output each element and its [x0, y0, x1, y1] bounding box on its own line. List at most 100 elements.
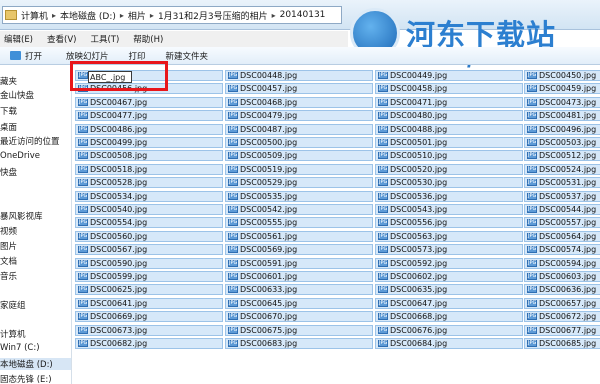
file-item[interactable]: JPG DSC00520.jpg [375, 163, 523, 175]
file-item[interactable]: JPG DSC00486.jpg [75, 123, 223, 135]
sidebar-item-drive-c[interactable]: Win7 (C:) [0, 343, 71, 353]
file-item[interactable]: JPG DSC00563.jpg [375, 230, 523, 242]
file-item[interactable]: JPG DSC00496.jpg [524, 123, 600, 135]
menu-tools[interactable]: 工具(T) [90, 33, 119, 45]
file-item[interactable]: JPG DSC00503.jpg [524, 137, 600, 148]
file-item[interactable]: JPG DSC00636.jpg [524, 284, 600, 296]
file-item[interactable]: JPG DSC00670.jpg [225, 311, 373, 323]
file-item[interactable]: JPG DSC00569.jpg [225, 244, 373, 256]
file-item[interactable]: JPG DSC00518.jpg [75, 163, 223, 175]
file-item[interactable]: JPG DSC00450.jpg [524, 70, 600, 81]
file-item[interactable]: JPG DSC00672.jpg [524, 311, 600, 323]
file-item[interactable]: JPG DSC00684.jpg [375, 338, 523, 349]
file-item[interactable]: JPG DSC00540.jpg [75, 204, 223, 215]
file-item[interactable]: JPG DSC00635.jpg [375, 284, 523, 296]
breadcrumb-drive-d[interactable]: 本地磁盘 (D:) [60, 9, 116, 22]
file-item[interactable]: JPG DSC00574.jpg [524, 244, 600, 256]
sidebar-item-onedrive[interactable]: OneDrive [0, 151, 71, 161]
file-item[interactable]: JPG DSC00554.jpg [75, 217, 223, 229]
file-item[interactable]: JPG DSC00459.jpg [524, 83, 600, 95]
file-item[interactable]: JPG DSC00467.jpg [75, 96, 223, 108]
file-item[interactable]: JPG DSC00531.jpg [524, 177, 600, 189]
sidebar-item-computer[interactable]: 计算机 [0, 328, 71, 340]
file-item[interactable]: JPG DSC00473.jpg [524, 96, 600, 108]
file-item[interactable]: JPG DSC00501.jpg [375, 137, 523, 148]
file-item[interactable]: JPG DSC00529.jpg [225, 177, 373, 189]
breadcrumb-compressed-photos[interactable]: 1月31和2月3号压缩的相片 [158, 9, 268, 22]
sidebar-item-pictures[interactable]: 图片 [0, 240, 71, 252]
sidebar-item-videos[interactable]: 视频 [0, 225, 71, 237]
sidebar-item-favorites[interactable]: 藏夹 [0, 75, 71, 87]
file-item[interactable]: JPG DSC00542.jpg [225, 204, 373, 215]
file-item[interactable]: JPG DSC00536.jpg [375, 190, 523, 202]
file-item[interactable]: JPG DSC00512.jpg [524, 150, 600, 162]
file-item[interactable]: JPG DSC00564.jpg [524, 230, 600, 242]
file-item[interactable]: JPG DSC00457.jpg [225, 83, 373, 95]
file-item[interactable]: JPG DSC00528.jpg [75, 177, 223, 189]
sidebar-item-recent[interactable]: 最近访问的位置 [0, 135, 71, 147]
file-item[interactable]: JPG DSC00487.jpg [225, 123, 373, 135]
new-folder-button[interactable]: 新建文件夹 [166, 50, 209, 62]
sidebar-item-baofeng[interactable]: 暴风影视库 [0, 210, 71, 222]
file-item[interactable]: JPG DSC00509.jpg [225, 150, 373, 162]
file-item[interactable]: JPG DSC00510.jpg [375, 150, 523, 162]
file-item[interactable]: JPG DSC00555.jpg [225, 217, 373, 229]
file-item[interactable]: JPG DSC00602.jpg [375, 271, 523, 282]
file-item[interactable]: JPG DSC00499.jpg [75, 137, 223, 148]
file-item[interactable]: JPG DSC00591.jpg [225, 257, 373, 269]
file-item[interactable]: JPG DSC00590.jpg [75, 257, 223, 269]
breadcrumb-current-folder[interactable]: 20140131 [280, 10, 326, 20]
file-item[interactable]: JPG DSC00647.jpg [375, 297, 523, 309]
file-item[interactable]: JPG DSC00599.jpg [75, 271, 223, 282]
sidebar-item-documents[interactable]: 文档 [0, 255, 71, 267]
chevron-right-icon[interactable]: ▸ [52, 11, 56, 20]
slideshow-button[interactable]: 放映幻灯片 [66, 50, 109, 62]
sidebar-item-kuaipan-2[interactable]: 快盘 [0, 166, 71, 178]
sidebar-item-music[interactable]: 音乐 [0, 270, 71, 282]
sidebar-item-drive-e[interactable]: 固态先锋 (E:) [0, 373, 71, 384]
menu-edit[interactable]: 编辑(E) [4, 33, 33, 45]
file-item[interactable]: JPG DSC00537.jpg [524, 190, 600, 202]
file-item[interactable]: JPG DSC00535.jpg [225, 190, 373, 202]
file-item[interactable]: JPG DSC00561.jpg [225, 230, 373, 242]
file-item[interactable]: JPG DSC00556.jpg [375, 217, 523, 229]
file-item[interactable]: JPG DSC00676.jpg [375, 324, 523, 336]
file-item[interactable]: JPG DSC00449.jpg [375, 70, 523, 81]
file-item[interactable]: JPG DSC00567.jpg [75, 244, 223, 256]
file-item[interactable]: JPG DSC00625.jpg [75, 284, 223, 296]
file-item[interactable]: JPG DSC00573.jpg [375, 244, 523, 256]
file-item[interactable]: JPG DSC00519.jpg [225, 163, 373, 175]
file-item[interactable]: JPG DSC00641.jpg [75, 297, 223, 309]
file-item[interactable]: JPG DSC00682.jpg [75, 338, 223, 349]
chevron-right-icon[interactable]: ▸ [120, 11, 124, 20]
file-item[interactable]: JPG DSC00479.jpg [225, 110, 373, 122]
file-item[interactable]: JPG DSC00543.jpg [375, 204, 523, 215]
file-item[interactable]: JPG DSC00668.jpg [375, 311, 523, 323]
sidebar-item-kuaipan[interactable]: 金山快盘 [0, 89, 71, 101]
address-field[interactable]: 计算机 ▸ 本地磁盘 (D:) ▸ 相片 ▸ 1月31和2月3号压缩的相片 ▸ … [2, 6, 342, 24]
chevron-right-icon[interactable]: ▸ [272, 11, 276, 20]
print-button[interactable]: 打印 [129, 50, 146, 62]
file-item[interactable]: JPG DSC00677.jpg [524, 324, 600, 336]
file-item[interactable]: JPG DSC00560.jpg [75, 230, 223, 242]
sidebar-item-homegroup[interactable]: 家庭组 [0, 299, 71, 311]
file-item[interactable]: JPG DSC00592.jpg [375, 257, 523, 269]
file-item[interactable]: JPG DSC00471.jpg [375, 96, 523, 108]
file-item[interactable]: JPG DSC00633.jpg [225, 284, 373, 296]
file-item[interactable]: JPG DSC00657.jpg [524, 297, 600, 309]
sidebar-item-downloads[interactable]: 下载 [0, 105, 71, 117]
file-item[interactable]: JPG DSC00508.jpg [75, 150, 223, 162]
file-item[interactable]: JPG DSC00673.jpg [75, 324, 223, 336]
open-button[interactable]: 打开 [0, 50, 42, 62]
file-item[interactable]: JPG DSC00481.jpg [524, 110, 600, 122]
chevron-right-icon[interactable]: ▸ [150, 11, 154, 20]
file-item[interactable]: JPG DSC00544.jpg [524, 204, 600, 215]
menu-view[interactable]: 查看(V) [47, 33, 76, 45]
sidebar-item-desktop[interactable]: 桌面 [0, 121, 71, 133]
breadcrumb-photos[interactable]: 相片 [128, 9, 146, 22]
file-item[interactable]: JPG DSC00645.jpg [225, 297, 373, 309]
file-item[interactable]: JPG DSC00488.jpg [375, 123, 523, 135]
file-item[interactable]: JPG DSC00603.jpg [524, 271, 600, 282]
file-item[interactable]: JPG DSC00524.jpg [524, 163, 600, 175]
file-item[interactable]: JPG DSC00534.jpg [75, 190, 223, 202]
